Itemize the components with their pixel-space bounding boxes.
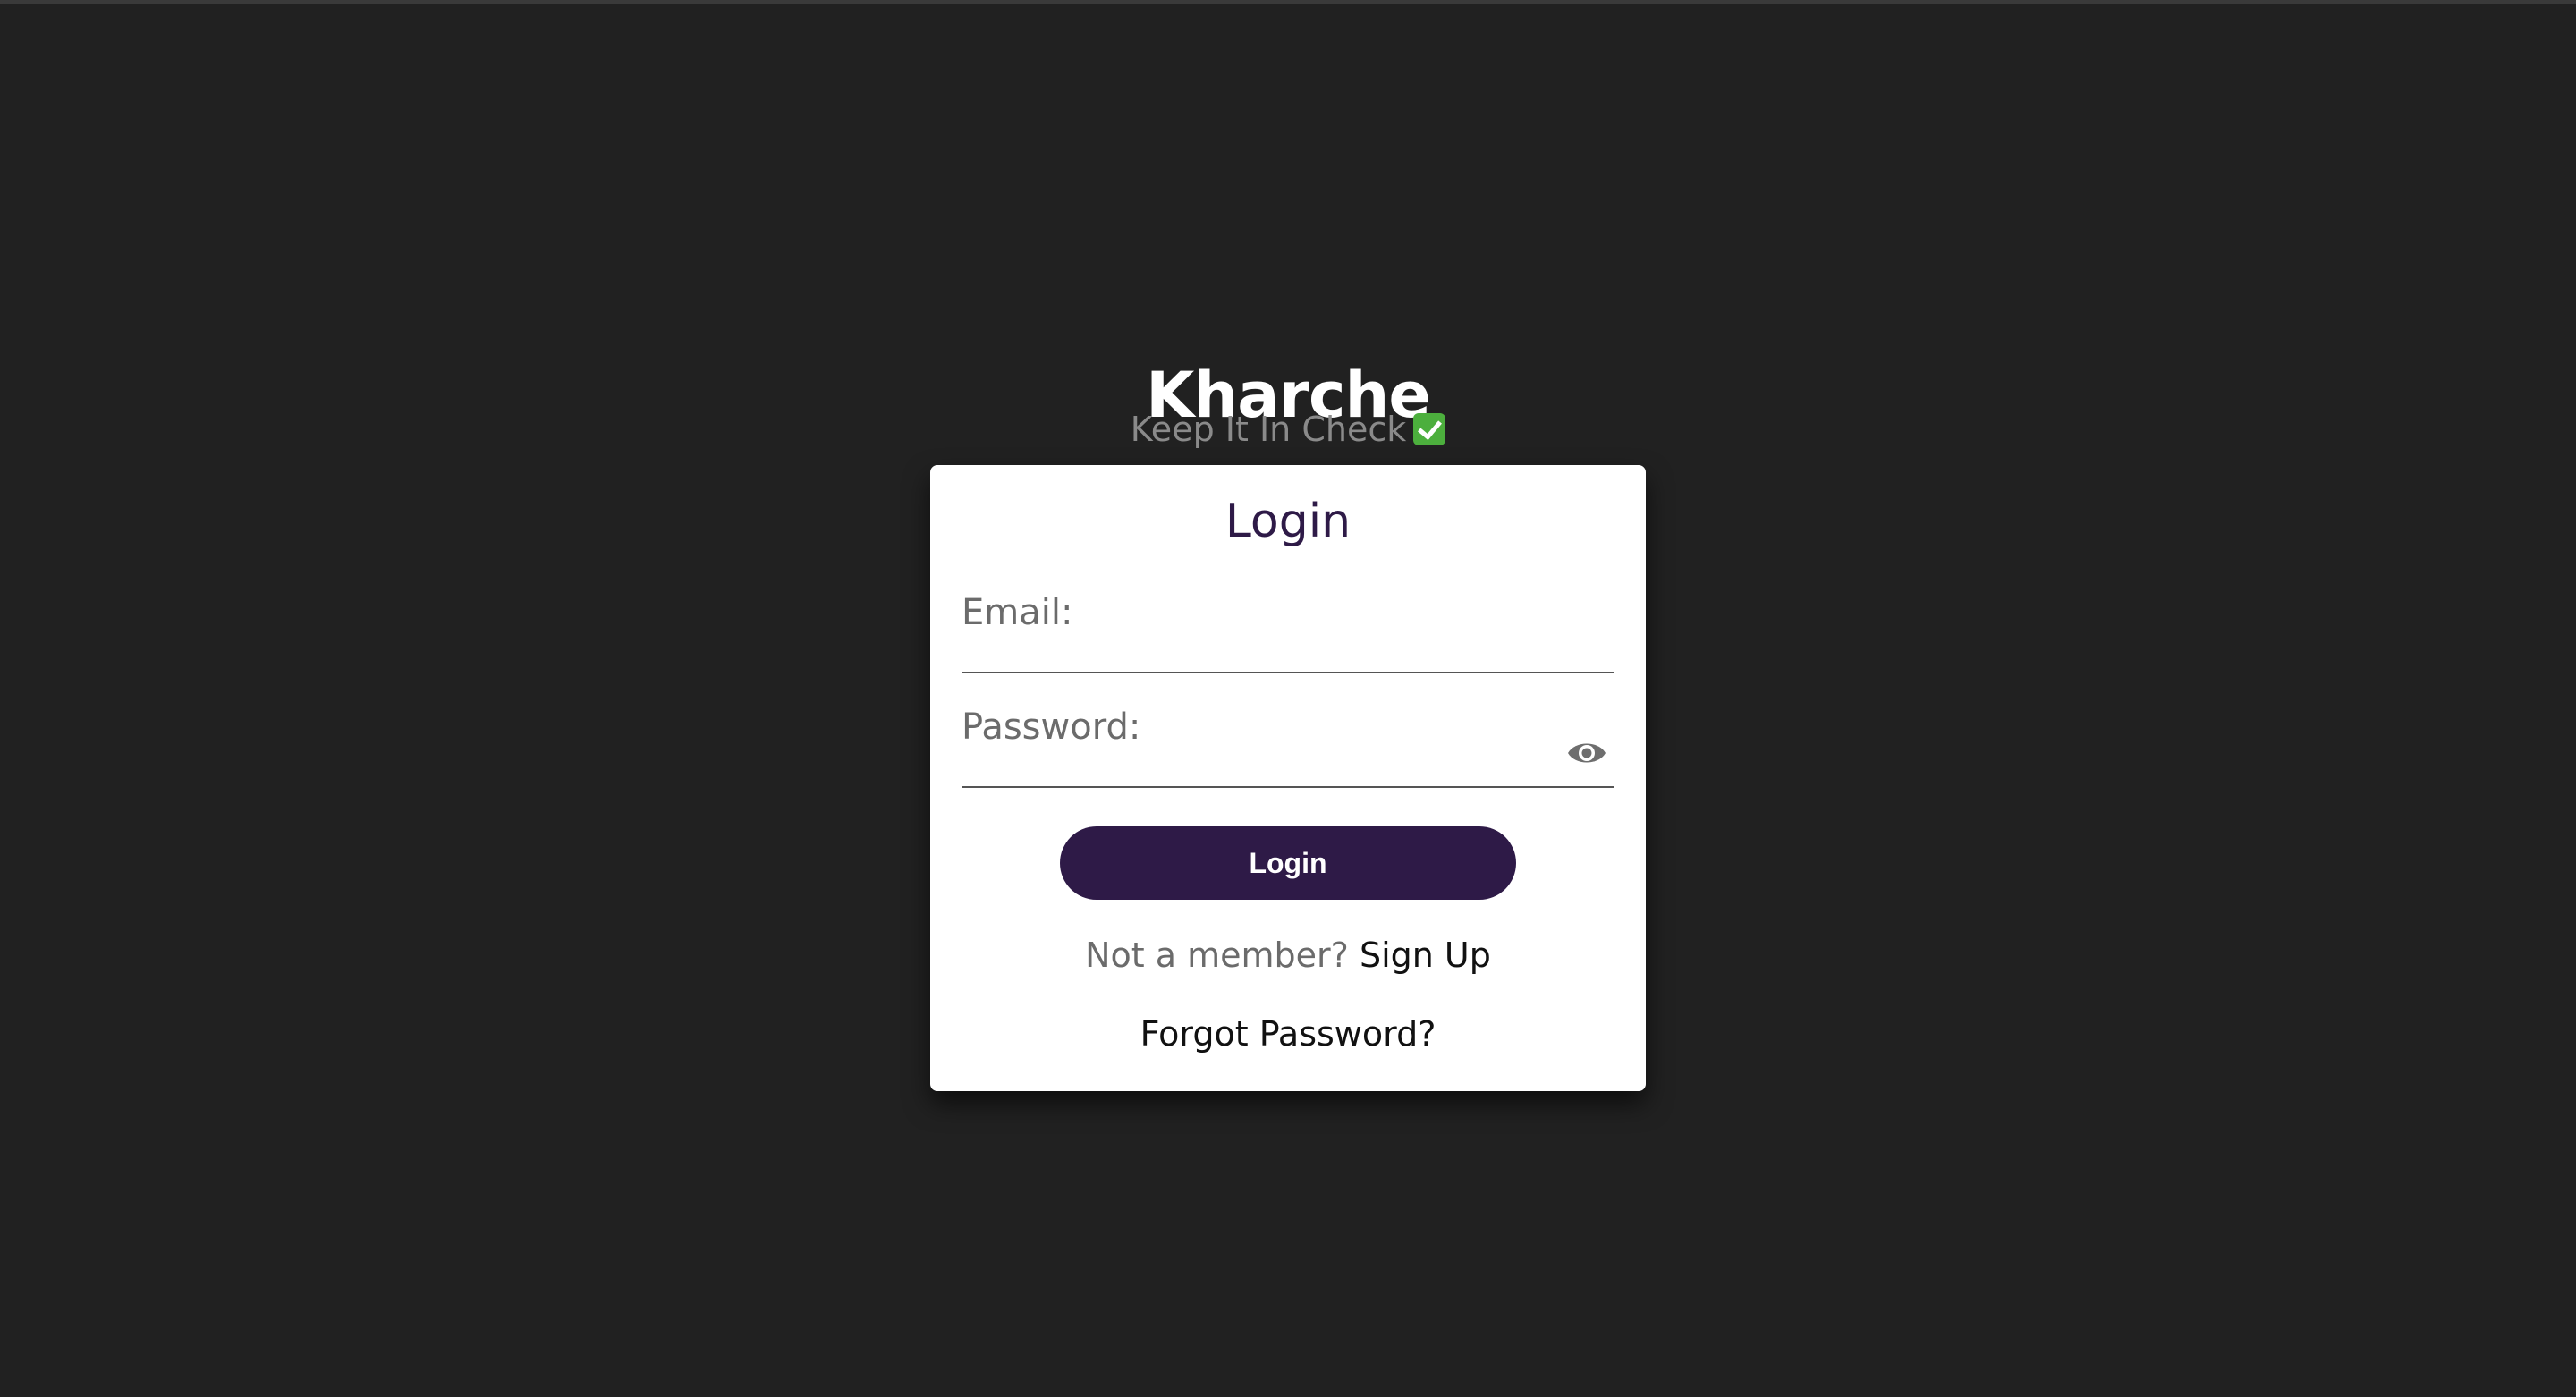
password-input[interactable] — [962, 700, 1614, 788]
email-input[interactable] — [962, 586, 1614, 673]
window-top-border — [0, 0, 2576, 4]
eye-icon[interactable] — [1566, 738, 1607, 768]
signup-prompt: Not a member? — [1085, 936, 1349, 975]
password-field: Password: — [962, 700, 1614, 790]
login-card: Login Email: Password: Login Not a membe… — [930, 465, 1646, 1091]
signup-link[interactable]: Sign Up — [1360, 936, 1491, 975]
email-field: Email: — [962, 586, 1614, 675]
login-card-title: Login — [1224, 495, 1352, 548]
signup-line: Not a member? Sign Up — [930, 930, 1646, 980]
check-mark-icon — [1413, 413, 1446, 445]
forgot-password-link[interactable]: Forgot Password? — [930, 1009, 1646, 1059]
login-button[interactable]: Login — [1060, 826, 1516, 900]
app-tagline: Keep It In Check — [0, 404, 2576, 454]
tagline-text: Keep It In Check — [1130, 410, 1407, 449]
